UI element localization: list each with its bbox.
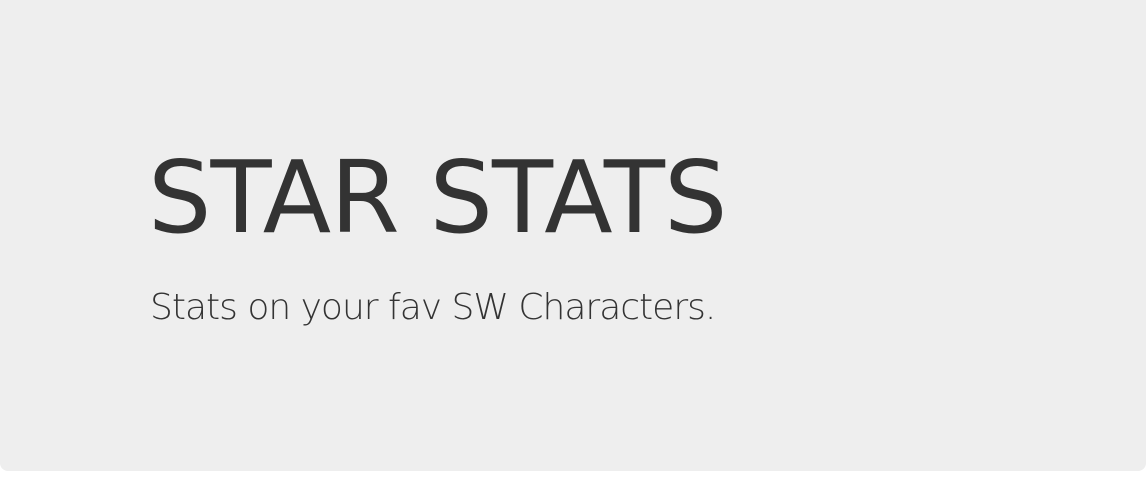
hero-banner: STAR STATS Stats on your fav SW Characte… (0, 0, 1146, 471)
page-title: STAR STATS (148, 139, 727, 256)
hero-content: STAR STATS Stats on your fav SW Characte… (148, 134, 1048, 332)
page-subtitle: Stats on your fav SW Characters. (150, 287, 716, 328)
